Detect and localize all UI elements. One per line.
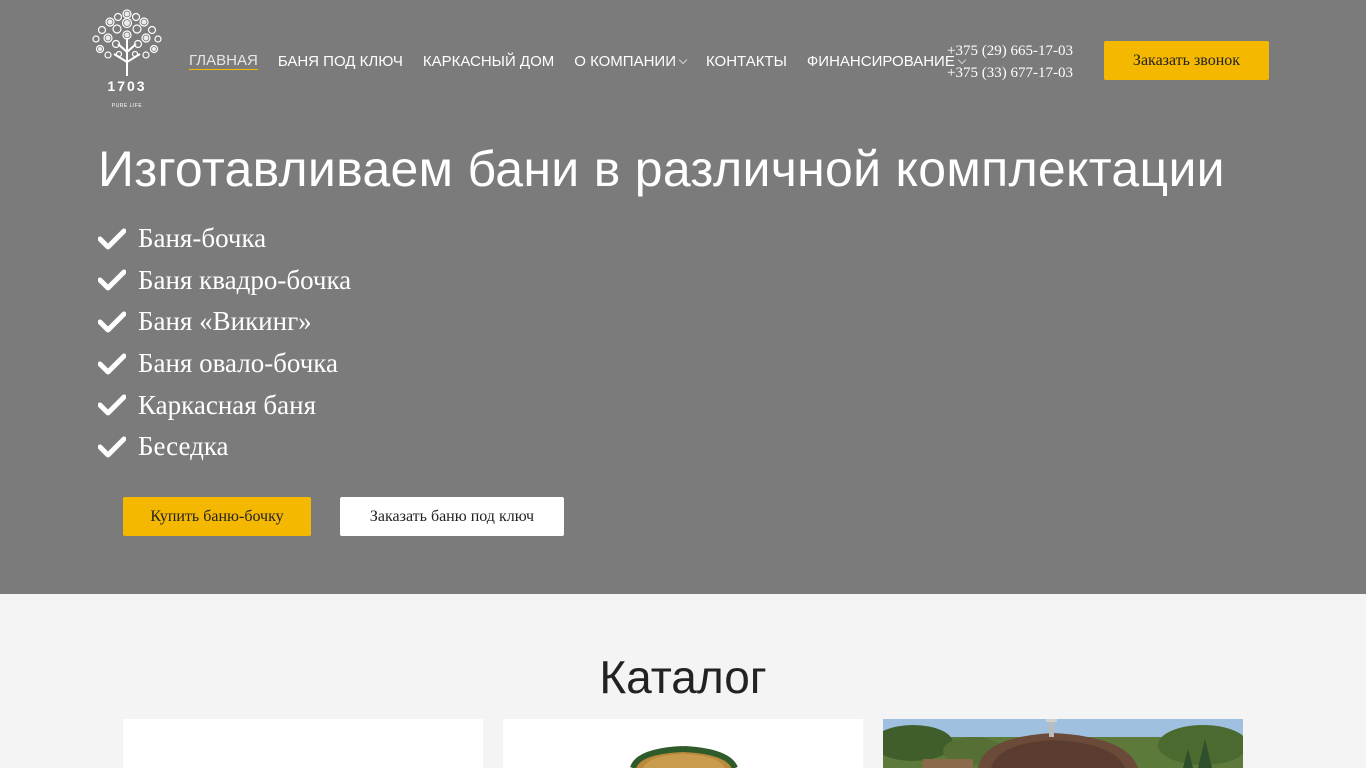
checkmark-icon — [98, 353, 138, 375]
feature-label: Каркасная баня — [138, 389, 317, 420]
list-item: Баня «Викинг» — [98, 301, 351, 343]
nav-item-contacts[interactable]: Контакты — [706, 53, 787, 70]
checkmark-icon — [98, 394, 138, 416]
feature-label: Баня овало-бочка — [138, 348, 338, 379]
list-item: Беседка — [98, 426, 351, 468]
nav-item-frame-house[interactable]: Каркасный дом — [423, 53, 554, 70]
logo-number: 1703 — [107, 78, 147, 94]
nav-item-label: Финансирование — [806, 52, 955, 70]
nav-item-label: Каркасный дом — [422, 52, 555, 70]
hero-section: 1703 PURE LIFE Главная Баня под ключ Кар… — [0, 0, 1366, 594]
feature-label: Баня «Викинг» — [138, 306, 312, 337]
order-turnkey-sauna-button[interactable]: Заказать баню под ключ — [340, 497, 564, 536]
phone-link-1[interactable]: +375 (29) 665-17-03 — [947, 40, 1073, 62]
nav-item-label: Баня под ключ — [277, 52, 403, 70]
nav-item-label: О компании — [574, 52, 676, 70]
nav-item-turnkey-bath[interactable]: Баня под ключ — [278, 53, 403, 70]
hero-title: Изготавливаем бани в различной комплекта… — [98, 141, 1225, 197]
nav-item-home[interactable]: Главная — [189, 52, 258, 70]
nav-item-label: Главная — [189, 52, 258, 69]
phone-link-2[interactable]: +375 (33) 677-17-03 — [947, 62, 1073, 84]
feature-label: Баня квадро-бочка — [138, 264, 352, 295]
barrel-sauna-image — [630, 746, 738, 768]
feature-label: Баня-бочка — [138, 223, 267, 254]
checkmark-icon — [98, 228, 138, 250]
list-item: Баня квадро-бочка — [98, 260, 351, 302]
list-item: Баня овало-бочка — [98, 343, 351, 385]
phone-list: +375 (29) 665-17-03 +375 (33) 677-17-03 — [947, 40, 1073, 84]
logo[interactable]: 1703 PURE LIFE — [88, 8, 166, 112]
catalog-card[interactable] — [883, 719, 1243, 768]
feature-label: Беседка — [138, 431, 229, 462]
order-call-button[interactable]: Заказать звонок — [1104, 41, 1269, 80]
list-item: Каркасная баня — [98, 384, 351, 426]
nav-item-financing[interactable]: Финансирование — [806, 52, 967, 70]
checkmark-icon — [98, 436, 138, 458]
list-item: Баня-бочка — [98, 218, 351, 260]
checkmark-icon — [98, 269, 138, 291]
catalog-card[interactable] — [503, 719, 863, 768]
checkmark-icon — [98, 311, 138, 333]
catalog-card[interactable] — [123, 719, 483, 768]
nav-item-about[interactable]: О компании — [574, 52, 688, 70]
logo-tagline: PURE LIFE — [111, 103, 143, 109]
chevron-down-icon — [678, 55, 688, 64]
buy-barrel-sauna-button[interactable]: Купить баню-бочку — [123, 497, 311, 536]
catalog-title: Каталог — [599, 651, 767, 703]
barrel-sauna-photo — [883, 719, 1243, 768]
feature-list: Баня-бочка Баня квадро-бочка Баня «Викин… — [98, 218, 351, 468]
tree-logo-icon — [92, 9, 162, 76]
main-nav: Главная Баня под ключ Каркасный дом О ко… — [189, 50, 985, 72]
nav-item-label: Контакты — [705, 52, 787, 70]
